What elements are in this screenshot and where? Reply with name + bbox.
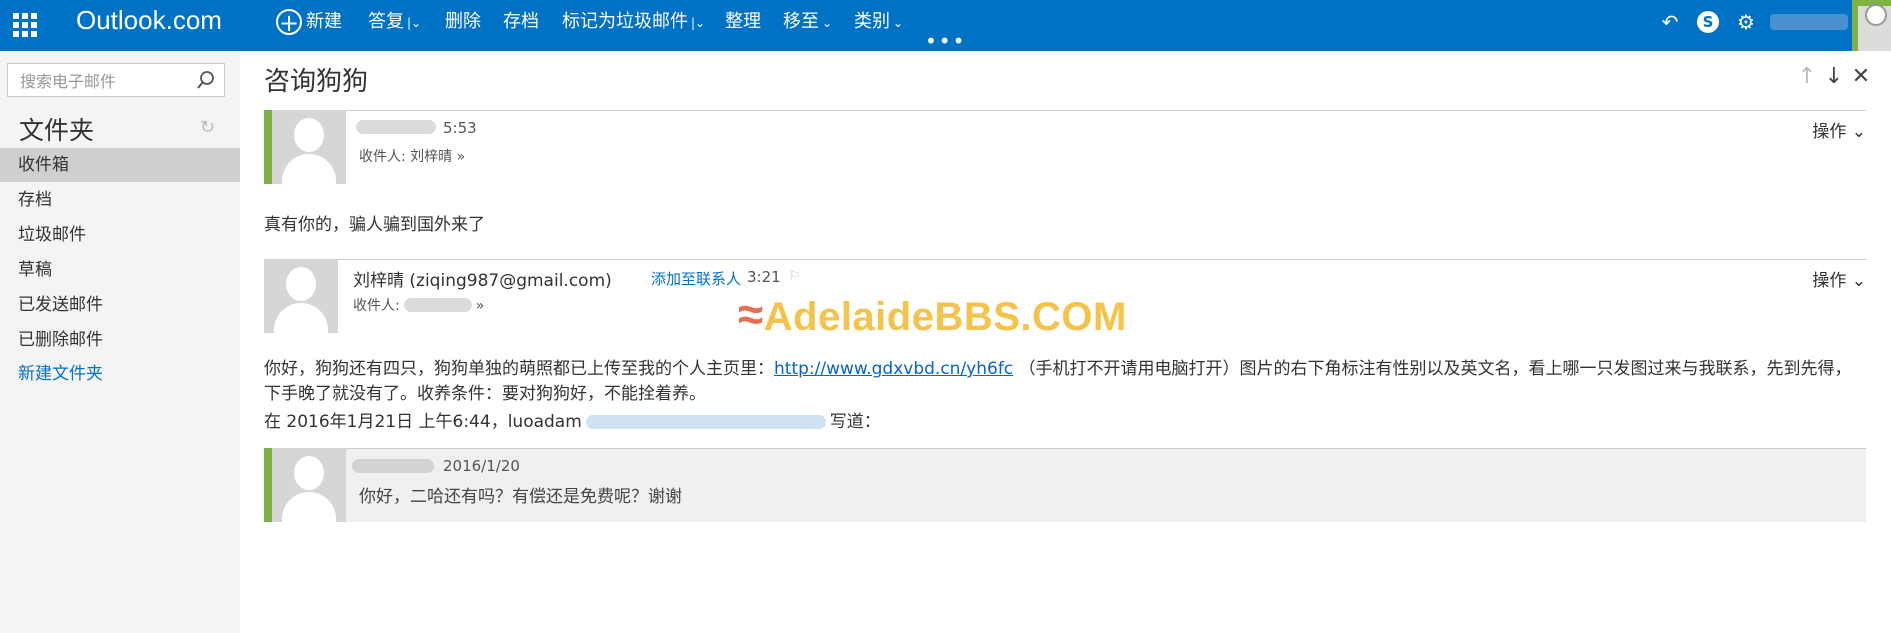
sender-name: 刘梓晴 (ziqing987@gmail.com): [353, 271, 612, 291]
message-body-2: 你好，狗狗还有四只，狗狗单独的萌照都已上传至我的个人主页里：http://www…: [264, 357, 1874, 407]
folder-junk[interactable]: 垃圾邮件: [0, 218, 240, 252]
watermark-text: AdelaideBBS.COM: [763, 295, 1127, 339]
reply-label: 答复: [368, 11, 404, 32]
body-link[interactable]: http://www.gdxvbd.cn/yh6fc: [774, 359, 1013, 379]
actions-label: 操作: [1812, 122, 1847, 142]
categories-label: 类别: [854, 11, 890, 32]
move-label: 移至: [783, 11, 819, 32]
user-name[interactable]: [1770, 14, 1848, 30]
junk-label: 标记为垃圾邮件: [562, 11, 688, 32]
sender-avatar: [272, 110, 346, 184]
watermark-logo: ≈AdelaideBBS.COM: [738, 287, 1127, 341]
reply-button[interactable]: 答复 |⌄: [368, 0, 421, 51]
next-message-icon[interactable]: ↓: [1824, 65, 1844, 89]
quoted-date: 2016/1/20: [443, 457, 520, 475]
folder-deleted[interactable]: 已删除邮件: [0, 323, 240, 357]
actions-menu[interactable]: 操作 ⌄: [1812, 266, 1866, 291]
sender-avatar: [264, 259, 338, 333]
skype-icon[interactable]: S: [1697, 11, 1719, 33]
folder-archive[interactable]: 存档: [0, 183, 240, 217]
undo-icon[interactable]: ↶: [1659, 11, 1681, 33]
chevron-down-icon: ⌄: [1851, 122, 1866, 142]
chevron-down-icon: ⌄: [1851, 271, 1866, 291]
message-body-1: 真有你的，骗人骗到国外来了: [264, 215, 485, 235]
refresh-icon[interactable]: ↻: [200, 117, 215, 138]
quote-intro-text: 在 2016年1月21日 上午6:44，luoadam: [264, 412, 582, 432]
add-to-contacts-link[interactable]: 添加至联系人: [651, 268, 741, 289]
folder-sent[interactable]: 已发送邮件: [0, 288, 240, 322]
chevron-down-icon: ⌄: [893, 16, 904, 30]
top-bar: Outlook.com + 新建 答复 |⌄ 删除 存档 标记为垃圾邮件 |⌄ 整理 …: [0, 0, 1891, 53]
folders-heading: 文件夹: [19, 116, 95, 145]
gear-icon[interactable]: ⚙: [1735, 11, 1757, 33]
sender-avatar: [272, 448, 346, 522]
apps-icon[interactable]: [13, 13, 37, 37]
message-time: 5:53: [443, 119, 477, 137]
recipient-redacted: [403, 298, 472, 312]
expand-icon[interactable]: »: [457, 149, 466, 165]
search-input[interactable]: [18, 70, 192, 92]
email-redacted: [585, 415, 826, 429]
flag-icon[interactable]: ⚐: [789, 269, 801, 284]
body-text: 你好，狗狗还有四只，狗狗单独的萌照都已上传至我的个人主页里：: [264, 359, 774, 379]
recipient-line[interactable]: 收件人: 刘梓晴 »: [359, 146, 465, 166]
quoted-message[interactable]: 2016/1/20 你好，二哈还有吗？有偿还是免费呢？谢谢: [264, 448, 1866, 522]
unread-indicator: [264, 110, 272, 184]
recipient-line[interactable]: 收件人: »: [353, 295, 484, 315]
sender-name-redacted: [352, 459, 434, 473]
categories-button[interactable]: 类别 ⌄: [854, 0, 903, 51]
close-icon[interactable]: ✕: [1851, 65, 1871, 89]
new-folder-link[interactable]: 新建文件夹: [0, 357, 240, 391]
body-text: 下手晚了就没有了。收养条件：要对狗狗好，不能拴着养。: [264, 384, 706, 404]
chevron-down-icon: |⌄: [691, 16, 706, 30]
chevron-down-icon: |⌄: [407, 16, 422, 30]
delete-button[interactable]: 删除: [445, 0, 481, 51]
actions-label: 操作: [1812, 271, 1847, 291]
reading-pane: 咨询狗狗 ↑ ↓ ✕ 5:53 收件人: 刘梓晴 » 操作 ⌄ 真有你的，骗人骗…: [240, 51, 1891, 633]
logo-swirl-icon: ≈: [738, 288, 764, 340]
folder-drafts[interactable]: 草稿: [0, 253, 240, 287]
chevron-down-icon: ⌄: [822, 16, 833, 30]
sidebar: 文件夹 ↻ 收件箱 存档 垃圾邮件 草稿 已发送邮件 已删除邮件 新建文件夹: [0, 51, 240, 633]
quote-intro: 在 2016年1月21日 上午6:44，luoadam 写道：: [264, 407, 881, 432]
archive-button[interactable]: 存档: [503, 0, 539, 51]
previous-message-icon[interactable]: ↑: [1797, 65, 1817, 89]
new-label: 新建: [306, 11, 342, 32]
unread-indicator: [264, 448, 272, 522]
actions-menu[interactable]: 操作 ⌄: [1812, 117, 1866, 142]
quoted-preview: 你好，二哈还有吗？有偿还是免费呢？谢谢: [359, 487, 682, 507]
message-time: 3:21: [747, 268, 781, 286]
body-text: （手机打不开请用电脑打开）图片的右下角标注有性别以及英文名，看上哪一只发图过来与…: [1018, 359, 1852, 379]
plus-icon: +: [276, 9, 302, 36]
move-button[interactable]: 移至 ⌄: [783, 0, 832, 51]
message-header-1[interactable]: 5:53 收件人: 刘梓晴 » 操作 ⌄: [264, 110, 1866, 184]
search-icon[interactable]: [196, 70, 216, 90]
sender-name-redacted: [356, 120, 436, 134]
sweep-button[interactable]: 整理: [725, 0, 761, 51]
folder-inbox[interactable]: 收件箱: [0, 148, 240, 182]
brand-logo[interactable]: Outlook.com: [76, 5, 222, 36]
new-button[interactable]: + 新建: [276, 0, 342, 51]
search-box: [7, 63, 225, 97]
recipient-label: 收件人: 刘梓晴: [359, 149, 453, 165]
junk-button[interactable]: 标记为垃圾邮件 |⌄: [562, 0, 705, 51]
expand-icon[interactable]: »: [476, 298, 485, 314]
message-subject: 咨询狗狗: [264, 67, 369, 97]
recipient-label: 收件人:: [353, 298, 400, 314]
user-avatar[interactable]: [1852, 0, 1891, 51]
quote-intro-text: 写道：: [829, 412, 881, 432]
